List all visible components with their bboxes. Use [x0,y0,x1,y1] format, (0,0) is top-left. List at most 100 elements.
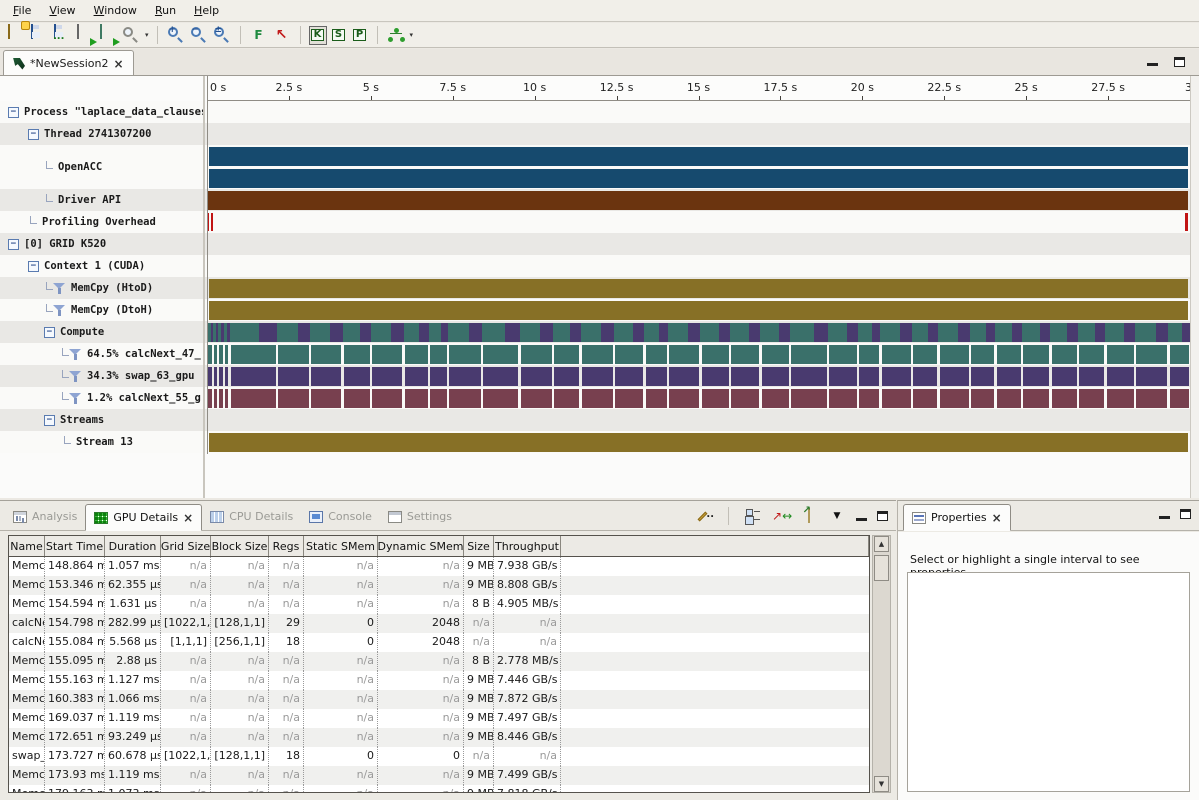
column-header[interactable]: Name [9,536,45,556]
timeline-bar[interactable] [1040,323,1051,342]
timeline-bar[interactable] [1185,213,1188,231]
timeline-bar[interactable] [582,367,613,386]
timeline-bar[interactable] [882,367,911,386]
timeline-bar[interactable] [940,345,969,364]
timeline-bar[interactable] [1170,389,1189,408]
timeline-bar[interactable] [859,367,879,386]
table-row[interactable]: Memcpy153.346 ms62.355 µsn/an/an/an/an/a… [9,576,869,595]
timeline-bar[interactable] [615,389,643,408]
timeline-bar[interactable] [859,345,879,364]
timeline-bar[interactable] [553,323,570,342]
timeline-bar[interactable] [702,389,729,408]
timeline-row-label[interactable]: −Process "laplace_data_clauses 10... [0,101,203,123]
timeline-bar[interactable] [581,323,602,342]
timeline-bar[interactable] [344,345,370,364]
column-header[interactable]: Dynamic SMem [378,536,464,556]
timeline-bar[interactable] [779,323,790,342]
timeline-bar[interactable] [928,323,938,342]
timeline-bar[interactable] [614,323,633,342]
filter-funnel-icon[interactable] [53,282,66,295]
timeline-bar[interactable] [1095,323,1105,342]
timeline-bar[interactable] [209,301,1188,320]
timeline-bar[interactable] [731,367,759,386]
timeline-bar[interactable] [669,389,699,408]
timeline-bar[interactable] [940,367,969,386]
timeline-bar[interactable] [231,345,276,364]
timeline-bar[interactable] [372,345,402,364]
timeline-bar[interactable] [1168,323,1181,342]
timeline-bar[interactable] [971,367,994,386]
timeline-bar[interactable] [730,323,749,342]
marker-flag-icon[interactable]: F [249,25,269,45]
timeline-bar[interactable] [1023,367,1049,386]
timeline-row-label[interactable]: MemCpy (HtoD) [0,277,203,299]
timeline-bar[interactable] [791,345,827,364]
timeline-bar[interactable] [419,323,429,342]
timeline-bar[interactable] [505,323,519,342]
timeline-bar[interactable] [520,323,541,342]
timeline-bar[interactable] [762,345,789,364]
timeline-bar[interactable] [829,367,856,386]
timeline-vertical-scrollbar[interactable] [1190,76,1199,498]
zoom-reset-icon[interactable]: ± [212,25,232,45]
timeline-bar[interactable] [1079,345,1104,364]
profile-application-icon[interactable] [75,25,95,45]
timeline-bar[interactable] [880,323,900,342]
timeline-bar[interactable] [882,389,911,408]
timeline-bar[interactable] [986,323,996,342]
timeline-bar[interactable] [441,323,448,342]
timeline-bar[interactable] [719,323,730,342]
session-tab[interactable]: *NewSession2 × [3,50,134,76]
timeline-bar[interactable] [214,367,217,386]
timeline-bar[interactable] [277,323,298,342]
tab-cpu-details[interactable]: CPU Details [202,503,301,530]
colorize-processes-icon[interactable]: P [351,26,369,45]
timeline-bar[interactable] [1136,367,1167,386]
table-row[interactable]: Memcpy169.037 ms1.119 msn/an/an/an/an/a9… [9,709,869,728]
timeline-bar[interactable] [1052,389,1077,408]
timeline-bar[interactable] [1079,389,1104,408]
colorize-streams-icon[interactable]: S [330,26,348,45]
timeline-bar[interactable] [521,345,552,364]
timeline-bar[interactable] [311,345,341,364]
timeline-bar[interactable] [1052,367,1077,386]
filter-funnel-icon[interactable] [69,392,82,405]
colorize-kernels-icon[interactable]: K [309,26,327,45]
timeline-bar[interactable] [669,367,699,386]
timeline-bar[interactable] [1170,367,1189,386]
timeline-bar[interactable] [225,367,229,386]
search-dropdown-icon[interactable]: ▾ [145,31,149,39]
timeline-bar[interactable] [310,323,330,342]
tab-console[interactable]: Console [301,503,380,530]
column-header[interactable]: Grid Size [161,536,211,556]
timeline-bar[interactable] [554,345,579,364]
timeline-bar[interactable] [762,389,789,408]
column-header[interactable]: Throughput [494,536,561,556]
timeline-bar[interactable] [858,323,872,342]
column-header[interactable]: Size [464,536,494,556]
marker-back-icon[interactable]: ↖ [272,25,292,45]
timeline-bar[interactable] [1050,323,1067,342]
scroll-down-icon[interactable]: ▼ [874,776,889,792]
properties-tab[interactable]: Properties × [903,504,1011,531]
timeline-bar[interactable] [344,389,370,408]
timeline-bar[interactable] [882,345,911,364]
timeline-row-label[interactable]: −Streams [0,409,203,431]
timeline-bar[interactable] [971,345,994,364]
search-icon[interactable] [121,25,141,45]
timeline-bar[interactable] [1067,323,1077,342]
properties-minimize-icon[interactable] [1159,510,1170,519]
timeline-bar[interactable] [997,367,1021,386]
timeline-bar[interactable] [847,323,858,342]
tab-close-icon[interactable]: × [183,513,193,523]
timeline-bar[interactable] [430,389,446,408]
timeline-row-label[interactable]: −Context 1 (CUDA) [0,255,203,277]
timeline-bar[interactable] [540,323,553,342]
filter-funnel-icon[interactable] [69,370,82,383]
timeline-bar[interactable] [430,345,446,364]
editor-minimize-icon[interactable] [1147,57,1158,66]
timeline-row-label[interactable]: 64.5% calcNext_47_... [0,343,203,365]
menu-run[interactable]: Run [146,1,185,20]
timeline-bar[interactable] [582,389,613,408]
tree-collapse-icon[interactable]: − [44,327,55,338]
